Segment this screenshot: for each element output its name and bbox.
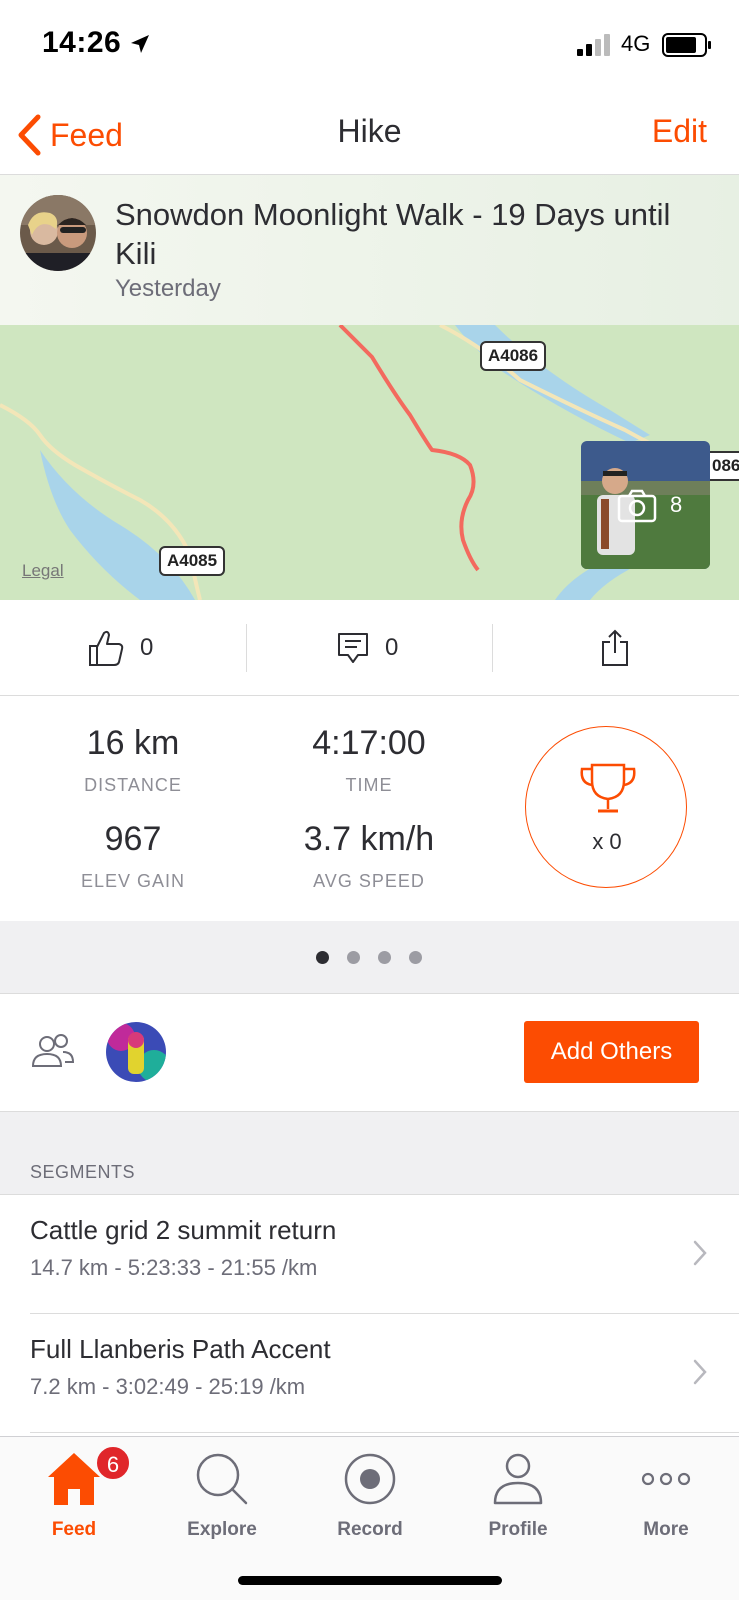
- group-member-avatar[interactable]: [106, 1022, 166, 1082]
- pager-dot[interactable]: [347, 951, 360, 964]
- back-label: Feed: [50, 116, 123, 153]
- camera-icon: [617, 489, 657, 523]
- tab-record[interactable]: Record: [296, 1437, 444, 1547]
- segment-detail: 14.7 km - 5:23:33 - 21:55 /km: [30, 1255, 318, 1280]
- stat-value: 16 km: [86, 724, 180, 762]
- nav-bar: Feed Hike Edit: [0, 95, 739, 175]
- stats-pager: [0, 921, 739, 994]
- stat-value: 4:17:00: [312, 724, 426, 762]
- achievements-button[interactable]: x 0: [525, 726, 687, 888]
- edit-button[interactable]: Edit: [652, 113, 707, 150]
- kudos-count: 0: [140, 634, 154, 661]
- kudos-button[interactable]: 0: [88, 600, 153, 696]
- notification-badge: 6: [95, 1445, 131, 1481]
- tab-label: Feed: [51, 1519, 97, 1540]
- group-icon: [31, 1034, 75, 1067]
- tab-label: Profile: [488, 1519, 548, 1540]
- pager-dot[interactable]: [316, 951, 329, 964]
- tab-profile[interactable]: Profile: [444, 1437, 592, 1547]
- segments-header: SEGMENTS: [30, 1162, 136, 1182]
- status-time: 14:26: [42, 26, 122, 59]
- comment-button[interactable]: 0: [337, 600, 398, 696]
- share-icon: [602, 629, 628, 666]
- segment-row[interactable]: Cattle grid 2 summit return 14.7 km - 5:…: [0, 1195, 739, 1313]
- stat-label: ELEV GAIN: [80, 871, 186, 891]
- back-button[interactable]: Feed: [16, 111, 123, 159]
- pager-dot[interactable]: [409, 951, 422, 964]
- segment-detail: 7.2 km - 3:02:49 - 25:19 /km: [30, 1374, 306, 1399]
- stat-label: DISTANCE: [84, 775, 182, 795]
- tab-feed[interactable]: 6 Feed: [0, 1437, 148, 1547]
- segment-name: Full Llanberis Path Accent: [30, 1334, 331, 1364]
- tab-explore[interactable]: Explore: [148, 1437, 296, 1547]
- home-indicator[interactable]: [238, 1576, 502, 1585]
- stat-value: 967: [104, 820, 162, 858]
- profile-icon: [493, 1453, 543, 1505]
- tab-label: Explore: [187, 1519, 257, 1540]
- stat-elev-gain: 967 ELEV GAIN: [28, 820, 238, 892]
- pager-dot[interactable]: [378, 951, 391, 964]
- search-icon: [196, 1453, 248, 1505]
- tab-label: Record: [337, 1519, 403, 1540]
- battery-icon: [662, 33, 711, 57]
- action-divider: [246, 624, 247, 672]
- legal-link[interactable]: Legal: [22, 561, 64, 581]
- comment-icon: [338, 633, 368, 663]
- add-others-button[interactable]: Add Others: [524, 1021, 699, 1083]
- segments-section-header: SEGMENTS: [0, 1112, 739, 1195]
- thumbs-up-icon: [89, 630, 124, 666]
- activity-map[interactable]: A4086 A4085 086 Legal 8: [0, 325, 739, 600]
- segment-divider: [30, 1432, 739, 1433]
- action-divider: [492, 624, 493, 672]
- action-bar: 0 0: [0, 600, 739, 696]
- signal-icon: [577, 34, 610, 56]
- activity-header: Snowdon Moonlight Walk - 19 Days until K…: [0, 175, 739, 325]
- stat-time: 4:17:00 TIME: [264, 724, 474, 796]
- trophy-icon: [580, 763, 636, 813]
- group-activity: Add Others: [0, 994, 739, 1112]
- stat-label: AVG SPEED: [313, 871, 425, 891]
- road-label-a4086: A4086: [480, 341, 547, 371]
- segment-name: Cattle grid 2 summit return: [30, 1215, 337, 1245]
- stat-distance: 16 km DISTANCE: [28, 724, 238, 796]
- stat-value: 3.7 km/h: [303, 820, 435, 858]
- chevron-left-icon: [18, 114, 41, 156]
- stat-avg-speed: 3.7 km/h AVG SPEED: [264, 820, 474, 892]
- photo-count: 8: [670, 492, 683, 517]
- share-button[interactable]: [601, 600, 629, 696]
- tab-label: More: [643, 1519, 689, 1540]
- segment-row[interactable]: Full Llanberis Path Accent 7.2 km - 3:02…: [0, 1314, 739, 1432]
- comments-count: 0: [385, 634, 399, 661]
- status-bar: 14:26 4G: [0, 0, 739, 95]
- achievement-count: x 0: [592, 829, 622, 854]
- more-icon: [641, 1472, 691, 1486]
- activity-title: Snowdon Moonlight Walk - 19 Days until K…: [115, 197, 671, 271]
- chevron-right-icon: [693, 1359, 707, 1385]
- athlete-avatar[interactable]: [20, 195, 96, 271]
- location-arrow-icon: [131, 35, 149, 53]
- road-label-a4085: A4085: [159, 546, 226, 576]
- activity-date: Yesterday: [115, 275, 221, 302]
- photo-thumbnail[interactable]: 8: [581, 441, 710, 569]
- activity-stats: 16 km DISTANCE 4:17:00 TIME 967 ELEV GAI…: [0, 696, 739, 921]
- tab-more[interactable]: More: [592, 1437, 739, 1547]
- stat-label: TIME: [345, 775, 393, 795]
- chevron-right-icon: [693, 1240, 707, 1266]
- network-type: 4G: [621, 31, 651, 56]
- record-icon: [344, 1453, 396, 1505]
